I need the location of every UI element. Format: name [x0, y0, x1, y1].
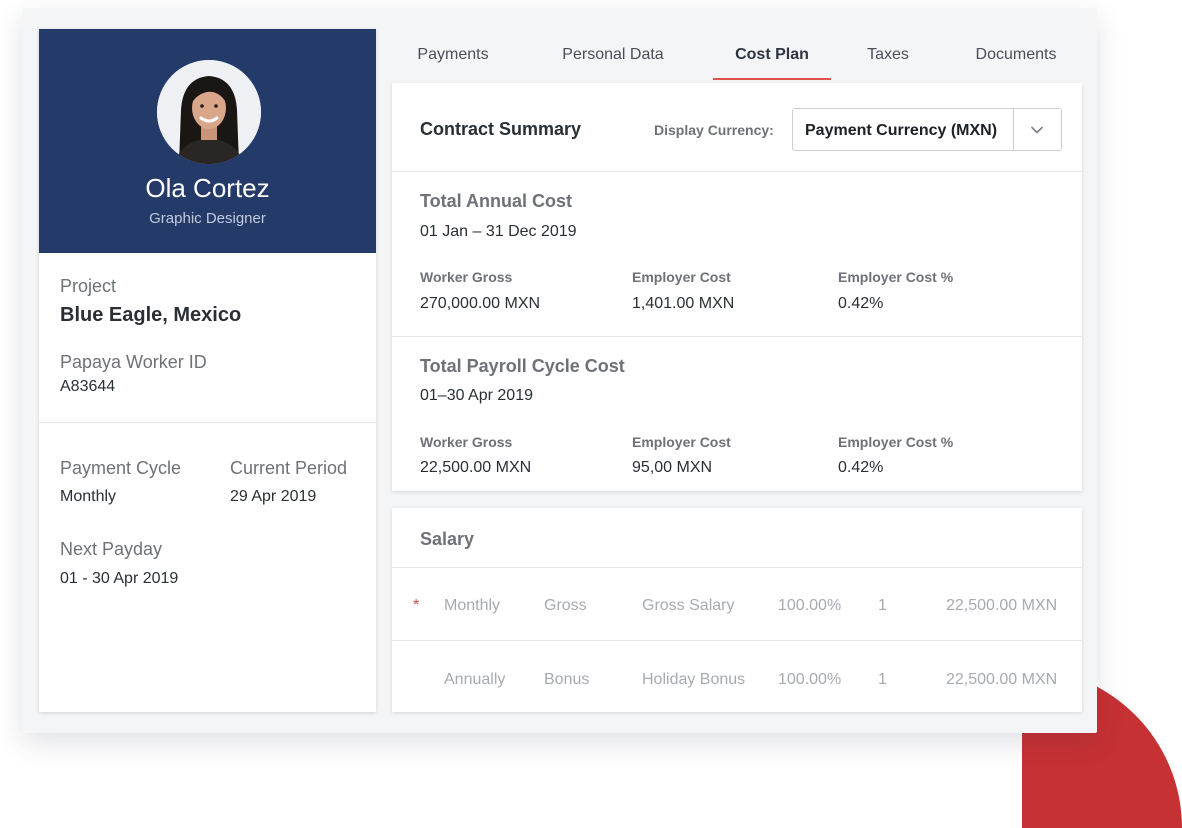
payroll-employer-cost-value: 95,00 MXN — [632, 459, 713, 476]
salary-row-name: Gross Salary — [642, 597, 735, 614]
tab-cost-plan[interactable]: Cost Plan — [713, 46, 831, 64]
annual-employer-cost-label: Employer Cost — [632, 269, 731, 285]
annual-worker-gross-value: 270,000.00 MXN — [420, 295, 541, 312]
avatar — [157, 60, 261, 164]
active-tab-indicator — [713, 78, 831, 80]
required-asterisk: * — [413, 597, 420, 614]
display-currency-label: Display Currency: — [654, 122, 774, 138]
annual-cost-title: Total Annual Cost — [420, 191, 572, 211]
annual-employer-pct-value: 0.42% — [838, 295, 884, 312]
select-separator — [1013, 109, 1014, 150]
avatar-portrait — [157, 60, 261, 164]
current-period-label: Current Period — [230, 458, 348, 478]
annual-employer-cost-value: 1,401.00 MXN — [632, 295, 735, 312]
payroll-worker-gross-value: 22,500.00 MXN — [420, 459, 532, 476]
salary-panel: Salary * Monthly Gross Gross Salary 100.… — [392, 508, 1082, 712]
profile-divider — [39, 422, 376, 423]
salary-row-name: Holiday Bonus — [642, 671, 746, 688]
salary-row-type: Gross — [544, 597, 587, 614]
next-payday-value: 01 - 30 Apr 2019 — [60, 570, 179, 587]
salary-row-amount: 22,500.00 MXN — [946, 597, 1058, 614]
tab-documents[interactable]: Documents — [966, 46, 1066, 64]
payment-cycle-label: Payment Cycle — [60, 458, 182, 478]
payroll-employer-pct-label: Employer Cost % — [838, 434, 954, 450]
salary-row-type: Bonus — [544, 671, 590, 688]
payroll-period: 01–30 Apr 2019 — [420, 387, 533, 404]
payroll-cost-title: Total Payroll Cycle Cost — [420, 356, 625, 376]
payroll-employer-cost-label: Employer Cost — [632, 434, 731, 450]
salary-row-qty: 1 — [878, 671, 887, 688]
salary-title: Salary — [420, 529, 475, 549]
salary-row-frequency: Annually — [444, 671, 506, 688]
salary-row-percent: 100.00% — [778, 597, 842, 614]
profile-header: Ola Cortez Graphic Designer — [39, 29, 376, 253]
contract-summary-panel: Contract Summary Display Currency: Payme… — [392, 83, 1082, 491]
salary-row-amount: 22,500.00 MXN — [946, 671, 1058, 688]
annual-worker-gross-label: Worker Gross — [420, 269, 513, 285]
divider — [392, 336, 1082, 337]
contract-summary-title: Contract Summary — [420, 119, 582, 139]
tab-payments[interactable]: Payments — [414, 46, 492, 64]
display-currency-value: Payment Currency (MXN) — [805, 122, 998, 139]
display-currency-select[interactable]: Payment Currency (MXN) — [792, 108, 1062, 151]
profile-role: Graphic Designer — [149, 210, 266, 227]
profile-name: Ola Cortez — [145, 173, 270, 203]
profile-card: Ola Cortez Graphic Designer Project Blue… — [39, 29, 376, 712]
salary-row-frequency: Monthly — [444, 597, 501, 614]
next-payday-label: Next Payday — [60, 539, 163, 559]
divider — [392, 171, 1082, 172]
annual-employer-pct-label: Employer Cost % — [838, 269, 954, 285]
tab-personal-data[interactable]: Personal Data — [556, 46, 670, 64]
worker-id-value: A83644 — [60, 378, 116, 395]
current-period-value: 29 Apr 2019 — [230, 488, 317, 505]
divider — [392, 567, 1082, 568]
payroll-employer-pct-value: 0.42% — [838, 459, 884, 476]
worker-id-label: Papaya Worker ID — [60, 352, 207, 372]
divider — [392, 640, 1082, 641]
payment-cycle-value: Monthly — [60, 488, 117, 505]
tab-taxes[interactable]: Taxes — [860, 46, 916, 64]
project-label: Project — [60, 276, 117, 296]
salary-row-percent: 100.00% — [778, 671, 842, 688]
chevron-down-icon[interactable] — [1029, 122, 1045, 143]
project-value: Blue Eagle, Mexico — [60, 304, 242, 326]
salary-row-qty: 1 — [878, 597, 887, 614]
payroll-worker-gross-label: Worker Gross — [420, 434, 513, 450]
annual-period: 01 Jan – 31 Dec 2019 — [420, 223, 577, 240]
